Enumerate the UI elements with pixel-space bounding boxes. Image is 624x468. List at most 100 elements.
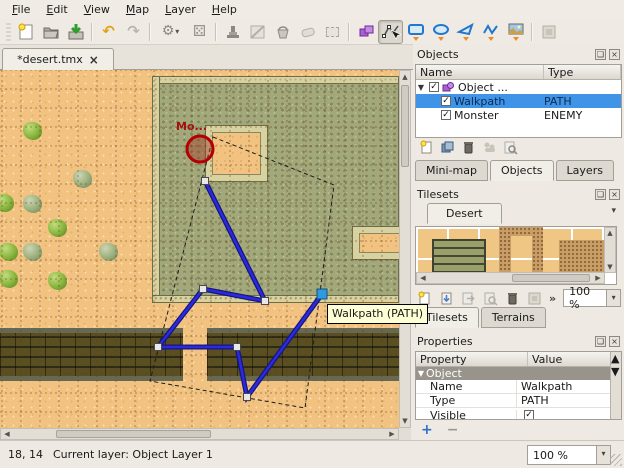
insert-polyline-button[interactable]: [478, 20, 503, 44]
terrain-brush-button[interactable]: [245, 20, 270, 44]
redo-button[interactable]: ↷: [121, 20, 146, 44]
menu-map[interactable]: Map: [118, 1, 157, 18]
new-object-icon[interactable]: [419, 140, 434, 155]
scroll-down-icon[interactable]: ▼: [400, 416, 410, 426]
scroll-up-icon[interactable]: ▲: [400, 72, 410, 82]
object-layer-row[interactable]: ▼ ✓ Object ...: [416, 80, 621, 94]
stamp-brush-button[interactable]: [220, 20, 245, 44]
name-column-header[interactable]: Name: [416, 65, 544, 79]
menu-view[interactable]: View: [76, 1, 118, 18]
insert-ellipse-button[interactable]: [428, 20, 453, 44]
delete-tileset-icon[interactable]: [505, 291, 520, 306]
add-property-button[interactable]: +: [421, 422, 433, 438]
menu-layer[interactable]: Layer: [157, 1, 204, 18]
export-tileset-icon[interactable]: [461, 291, 476, 306]
property-value-cell[interactable]: Walkpath: [516, 380, 572, 393]
walkpath-polyline[interactable]: [158, 181, 322, 397]
visibility-checkbox[interactable]: ✓: [441, 96, 451, 106]
duplicate-object-icon[interactable]: [440, 140, 455, 155]
menu-help[interactable]: Help: [204, 1, 245, 18]
scrollbar-thumb[interactable]: [401, 85, 409, 167]
scrollbar-thumb[interactable]: [56, 430, 211, 438]
tab-desert-tileset[interactable]: Desert: [427, 203, 502, 224]
menu-file[interactable]: File: [4, 1, 38, 18]
property-row[interactable]: Visible ✓: [416, 408, 621, 420]
expander-icon[interactable]: ▼: [416, 83, 426, 92]
visibility-checkbox[interactable]: ✓: [441, 110, 451, 120]
scroll-left-icon[interactable]: ◀: [418, 273, 428, 283]
visibility-checkbox[interactable]: ✓: [429, 82, 439, 92]
tab-layers[interactable]: Layers: [556, 160, 614, 181]
combo-dropdown-icon[interactable]: ▾: [606, 290, 620, 306]
value-column-header[interactable]: Value: [528, 352, 621, 366]
insert-polygon-button[interactable]: [453, 20, 478, 44]
float-dock-icon[interactable]: ❏: [595, 49, 606, 60]
remove-property-button[interactable]: −: [447, 422, 459, 438]
tab-objects[interactable]: Objects: [490, 160, 554, 181]
open-button[interactable]: [38, 20, 63, 44]
scroll-down-icon[interactable]: ▼: [605, 262, 615, 272]
scroll-left-icon[interactable]: ◀: [2, 429, 12, 439]
edit-polygons-button[interactable]: [378, 20, 403, 44]
float-dock-icon[interactable]: ❏: [595, 336, 606, 347]
insert-rectangle-button[interactable]: [403, 20, 428, 44]
toolbar-handle[interactable]: [6, 23, 11, 41]
vertex-handle-hovered[interactable]: [317, 289, 327, 299]
object-group-row[interactable]: ▼ Object: [416, 367, 621, 380]
tileset-zoom-combo[interactable]: 100 % ▾: [563, 289, 621, 307]
rect-select-button[interactable]: [320, 20, 345, 44]
import-tileset-icon[interactable]: [439, 291, 454, 306]
map-horizontal-scrollbar[interactable]: ◀ ▶: [0, 428, 399, 440]
vertex-handle[interactable]: [262, 298, 269, 305]
properties-scrollbar[interactable]: ▲ ▼: [610, 352, 621, 419]
close-dock-icon[interactable]: ×: [609, 189, 620, 200]
tileset-properties-icon[interactable]: [483, 291, 498, 306]
tileset-edge-tile[interactable]: [532, 227, 543, 273]
save-button[interactable]: [63, 20, 88, 44]
toolbar-overflow-icon[interactable]: »: [549, 292, 556, 305]
random-mode-button[interactable]: ⚄: [187, 20, 212, 44]
scroll-down-icon[interactable]: ▼: [611, 365, 619, 378]
map-canvas[interactable]: Mo...: [0, 70, 399, 428]
scroll-up-icon[interactable]: ▲: [611, 352, 619, 365]
close-dock-icon[interactable]: ×: [609, 49, 620, 60]
vertex-handle[interactable]: [200, 286, 207, 293]
object-properties-icon[interactable]: [503, 140, 518, 155]
monster-row[interactable]: ✓ Monster ENEMY: [416, 108, 621, 122]
map-zoom-combo[interactable]: 100 % ▾: [527, 445, 611, 465]
document-tab[interactable]: *desert.tmx ×: [2, 48, 114, 70]
undo-button[interactable]: ↶: [96, 20, 121, 44]
monster-ellipse[interactable]: [187, 136, 213, 162]
scroll-right-icon[interactable]: ▶: [593, 273, 603, 283]
select-objects-button[interactable]: [353, 20, 378, 44]
new-map-button[interactable]: [13, 20, 38, 44]
combo-dropdown-icon[interactable]: ▾: [596, 446, 610, 464]
tileset-menu-icon[interactable]: ▾: [611, 206, 616, 216]
property-row[interactable]: Type PATH: [416, 394, 621, 408]
insert-tile-object-button[interactable]: [503, 20, 528, 44]
tileset-tiles[interactable]: [416, 227, 605, 273]
visible-checkbox[interactable]: ✓: [524, 410, 534, 420]
tileset-brick-tile[interactable]: [432, 239, 486, 273]
vertex-handle[interactable]: [244, 394, 251, 401]
walkpath-row[interactable]: ✓ Walkpath PATH: [416, 94, 621, 108]
eraser-button[interactable]: [295, 20, 320, 44]
tileset-view[interactable]: ▲ ▼ ◀ ▶: [415, 226, 617, 285]
expander-icon[interactable]: ▼: [416, 369, 426, 378]
vertex-handle[interactable]: [202, 178, 209, 185]
tileset-edge-tile[interactable]: [559, 240, 605, 273]
float-dock-icon[interactable]: ❏: [595, 189, 606, 200]
type-column-header[interactable]: Type: [544, 65, 621, 79]
delete-object-icon[interactable]: [461, 140, 476, 155]
move-object-icon[interactable]: [482, 140, 497, 155]
tab-mini-map[interactable]: Mini-map: [415, 160, 488, 181]
tab-terrains[interactable]: Terrains: [481, 307, 546, 328]
property-value-cell[interactable]: PATH: [516, 394, 549, 407]
property-column-header[interactable]: Property: [416, 352, 528, 366]
map-vertical-scrollbar[interactable]: ▲ ▼: [399, 70, 411, 428]
scroll-up-icon[interactable]: ▲: [605, 228, 615, 238]
scrollbar-thumb[interactable]: [512, 274, 590, 282]
bucket-fill-button[interactable]: [270, 20, 295, 44]
property-row[interactable]: Name Walkpath: [416, 380, 621, 394]
tileset-vertical-scrollbar[interactable]: ▲ ▼: [604, 227, 616, 273]
